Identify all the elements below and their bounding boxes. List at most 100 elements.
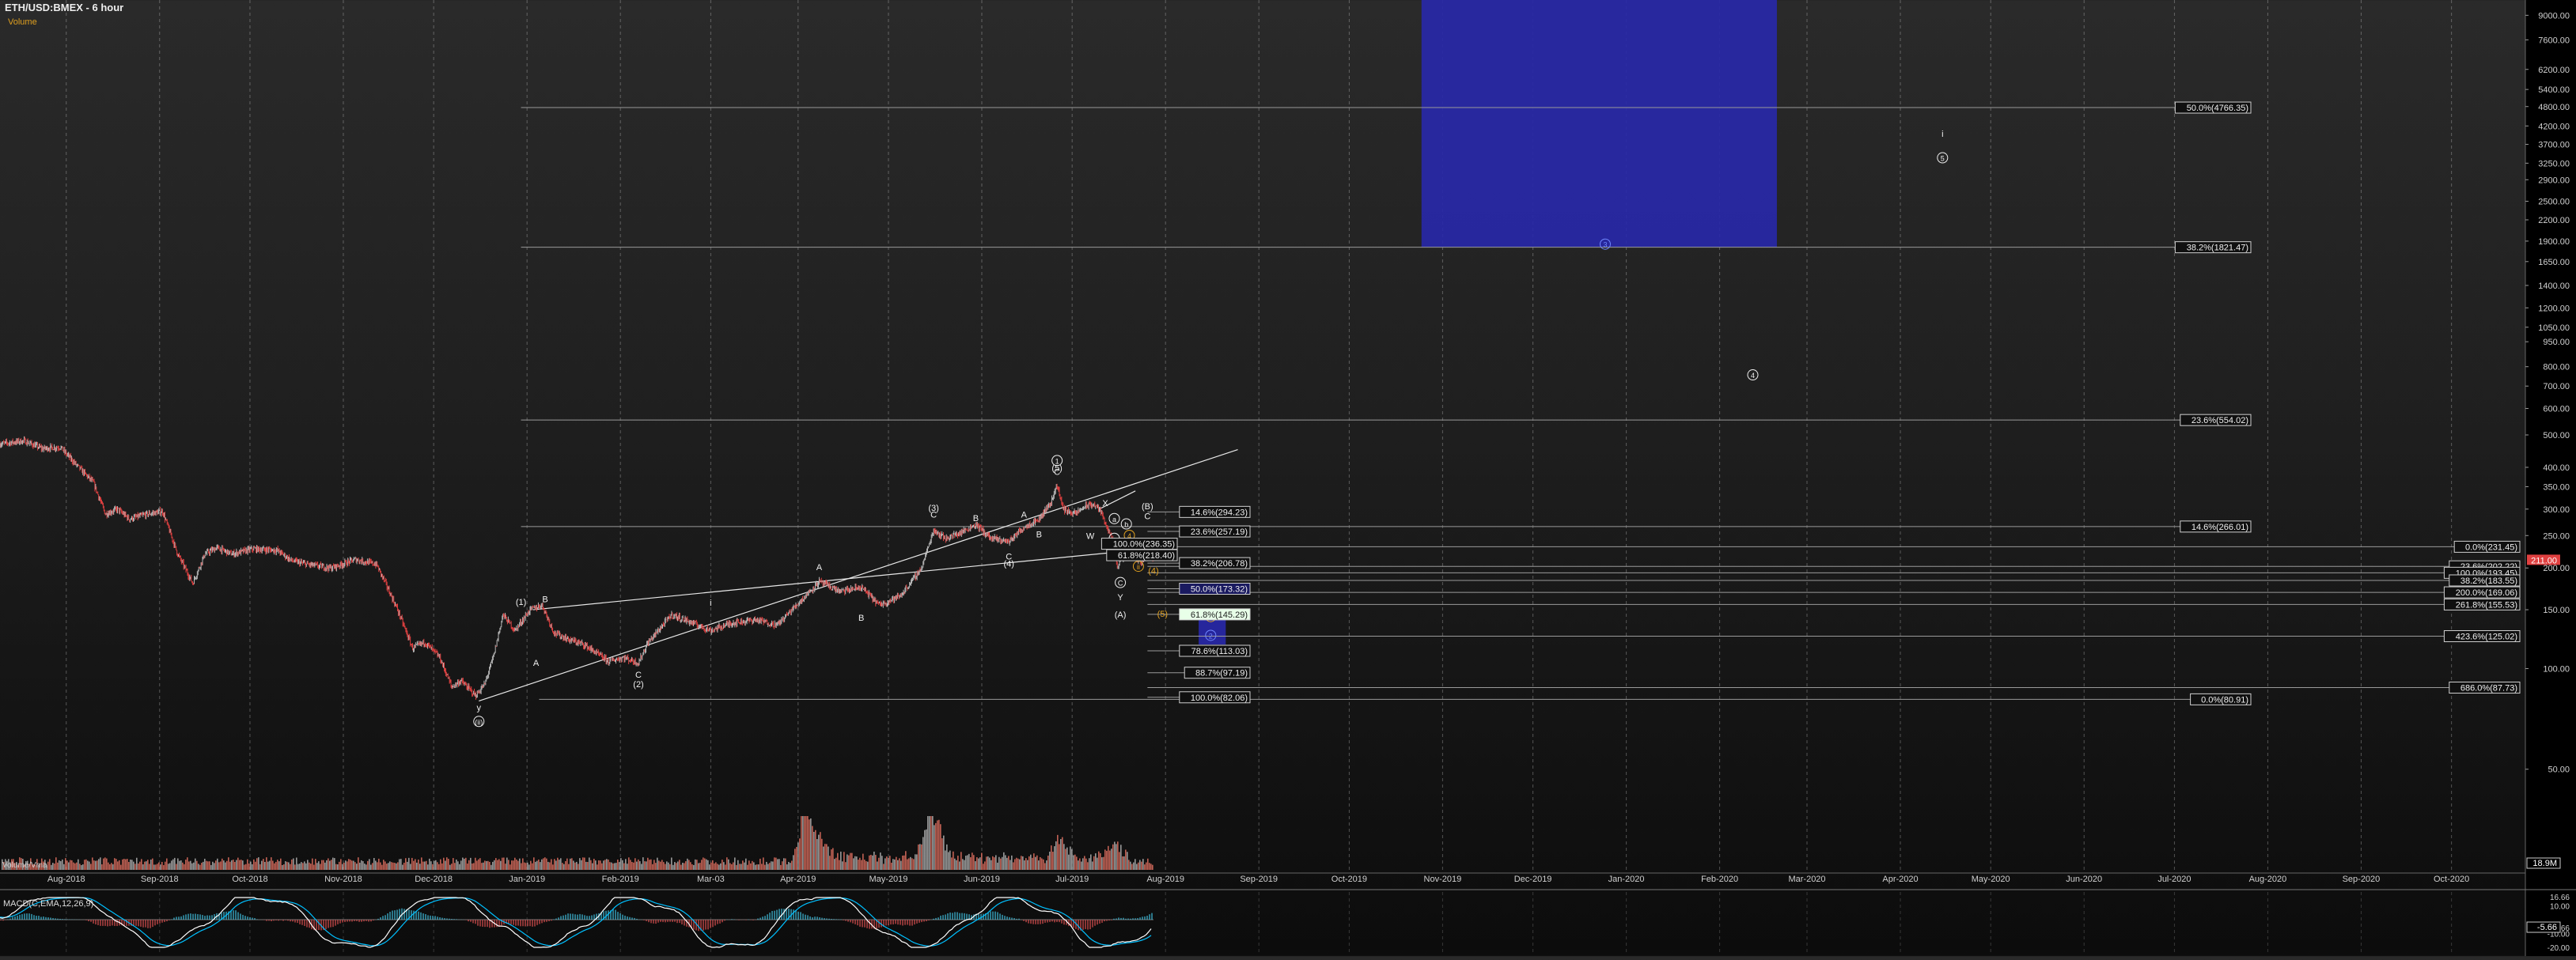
macd-signal-line — [0, 898, 1151, 946]
y-tick-label: 600.00 — [2543, 405, 2570, 414]
macd-histogram-bar — [954, 912, 956, 920]
volume-bar — [1104, 849, 1106, 870]
wave-label: (1) — [516, 598, 526, 607]
fib-label: 14.6%(294.23) — [1191, 508, 1248, 517]
volume-bar — [60, 861, 62, 870]
macd-histogram-bar — [544, 920, 545, 922]
volume-bar — [680, 865, 682, 870]
volume-bar — [66, 860, 68, 870]
volume-bar — [625, 859, 627, 870]
macd-histogram-bar — [427, 915, 429, 920]
volume-bar — [883, 864, 885, 870]
volume-bar — [777, 859, 778, 870]
volume-bar — [551, 859, 552, 870]
volume-bar — [655, 863, 657, 870]
macd-histogram-bar — [475, 920, 476, 924]
macd-histogram-bar — [705, 920, 707, 930]
volume-bar — [878, 858, 880, 870]
volume-bar — [334, 858, 335, 870]
volume-bar — [737, 860, 739, 870]
macd-histogram-bar — [646, 920, 647, 921]
volume-bar — [1131, 864, 1133, 870]
macd-histogram-bar — [850, 920, 851, 922]
macd-histogram-bar — [862, 920, 863, 927]
volume-bar — [788, 862, 790, 870]
volume-bar — [793, 855, 794, 870]
macd-histogram-bar — [854, 920, 856, 924]
volume-bar — [147, 860, 149, 870]
volume-bar — [74, 864, 76, 870]
chart-svg[interactable]: (ii)y(1)ABC(2)iABC(3)BC(4)ABC(5)1WXabcCY… — [0, 0, 2576, 956]
macd-histogram-bar — [826, 918, 828, 920]
volume-bar — [416, 863, 418, 870]
macd-histogram-bar — [783, 909, 785, 920]
volume-bar — [252, 864, 253, 870]
volume-bar — [997, 863, 998, 870]
volume-bar — [78, 860, 79, 870]
volume-bar — [918, 845, 919, 870]
volume-label: Volume — [8, 17, 37, 27]
macd-histogram-bar — [774, 911, 775, 920]
volume-bar — [222, 859, 223, 870]
volume-bar — [965, 856, 967, 870]
macd-histogram-bar — [1132, 918, 1134, 920]
volume-bar — [549, 863, 551, 870]
volume-bar — [196, 861, 198, 870]
macd-histogram-bar — [1040, 920, 1041, 924]
volume-bar — [778, 859, 780, 870]
volume-bar — [957, 856, 959, 870]
volume-bar — [934, 825, 935, 870]
volume-bar — [511, 860, 513, 870]
volume-bar — [1013, 862, 1014, 870]
wave-label: C — [1144, 512, 1150, 521]
symbol-title: ETH/USD:BMEX - 6 hour — [5, 2, 123, 13]
volume-bar — [269, 861, 271, 870]
volume-bar — [364, 864, 366, 870]
macd-histogram-bar — [719, 920, 721, 924]
volume-bar — [578, 864, 579, 870]
volume-bar — [256, 858, 258, 870]
volume-bar — [1122, 856, 1123, 870]
macd-histogram-bar — [771, 911, 773, 920]
volume-bar — [987, 856, 989, 870]
macd-histogram-bar — [722, 920, 723, 922]
volume-bar — [601, 864, 603, 870]
volume-bar — [498, 859, 500, 870]
volume-bar — [761, 864, 763, 870]
volume-bar — [453, 858, 454, 870]
volume-bar — [698, 864, 699, 870]
volume-bar — [815, 830, 816, 870]
macd-histogram-bar — [147, 920, 149, 928]
fib-label: 200.0%(169.06) — [2456, 588, 2517, 598]
macd-histogram-bar — [342, 920, 343, 923]
volume-bar — [932, 816, 934, 870]
macd-histogram-bar — [567, 913, 569, 920]
volume-bar — [962, 859, 964, 870]
volume-bar — [688, 860, 690, 870]
macd-histogram-bar — [356, 920, 358, 921]
volume-bar — [885, 858, 886, 870]
macd-histogram-bar — [662, 920, 664, 922]
volume-name: Volume/Vma — [2, 861, 47, 870]
volume-bar — [821, 839, 823, 870]
volume-bar — [438, 864, 440, 870]
volume-bar — [628, 857, 630, 870]
volume-bar — [380, 863, 381, 870]
volume-bar — [921, 845, 922, 870]
volume-bar — [853, 858, 854, 870]
macd-histogram-bar — [793, 909, 794, 920]
x-tick-label: Apr-2020 — [1882, 875, 1918, 884]
volume-bar — [264, 862, 266, 870]
volume-bar — [584, 858, 585, 870]
volume-bar — [736, 865, 737, 870]
volume-bar — [1025, 858, 1027, 870]
macd-histogram-bar — [558, 917, 559, 920]
macd-histogram-bar — [1087, 920, 1089, 929]
volume-bar — [128, 862, 130, 870]
volume-bar — [826, 844, 828, 870]
volume-bar — [1017, 859, 1019, 870]
macd-histogram-bar — [731, 919, 733, 920]
volume-bar — [117, 861, 119, 870]
macd-histogram-bar — [451, 919, 453, 920]
macd-histogram-bar — [885, 920, 887, 925]
